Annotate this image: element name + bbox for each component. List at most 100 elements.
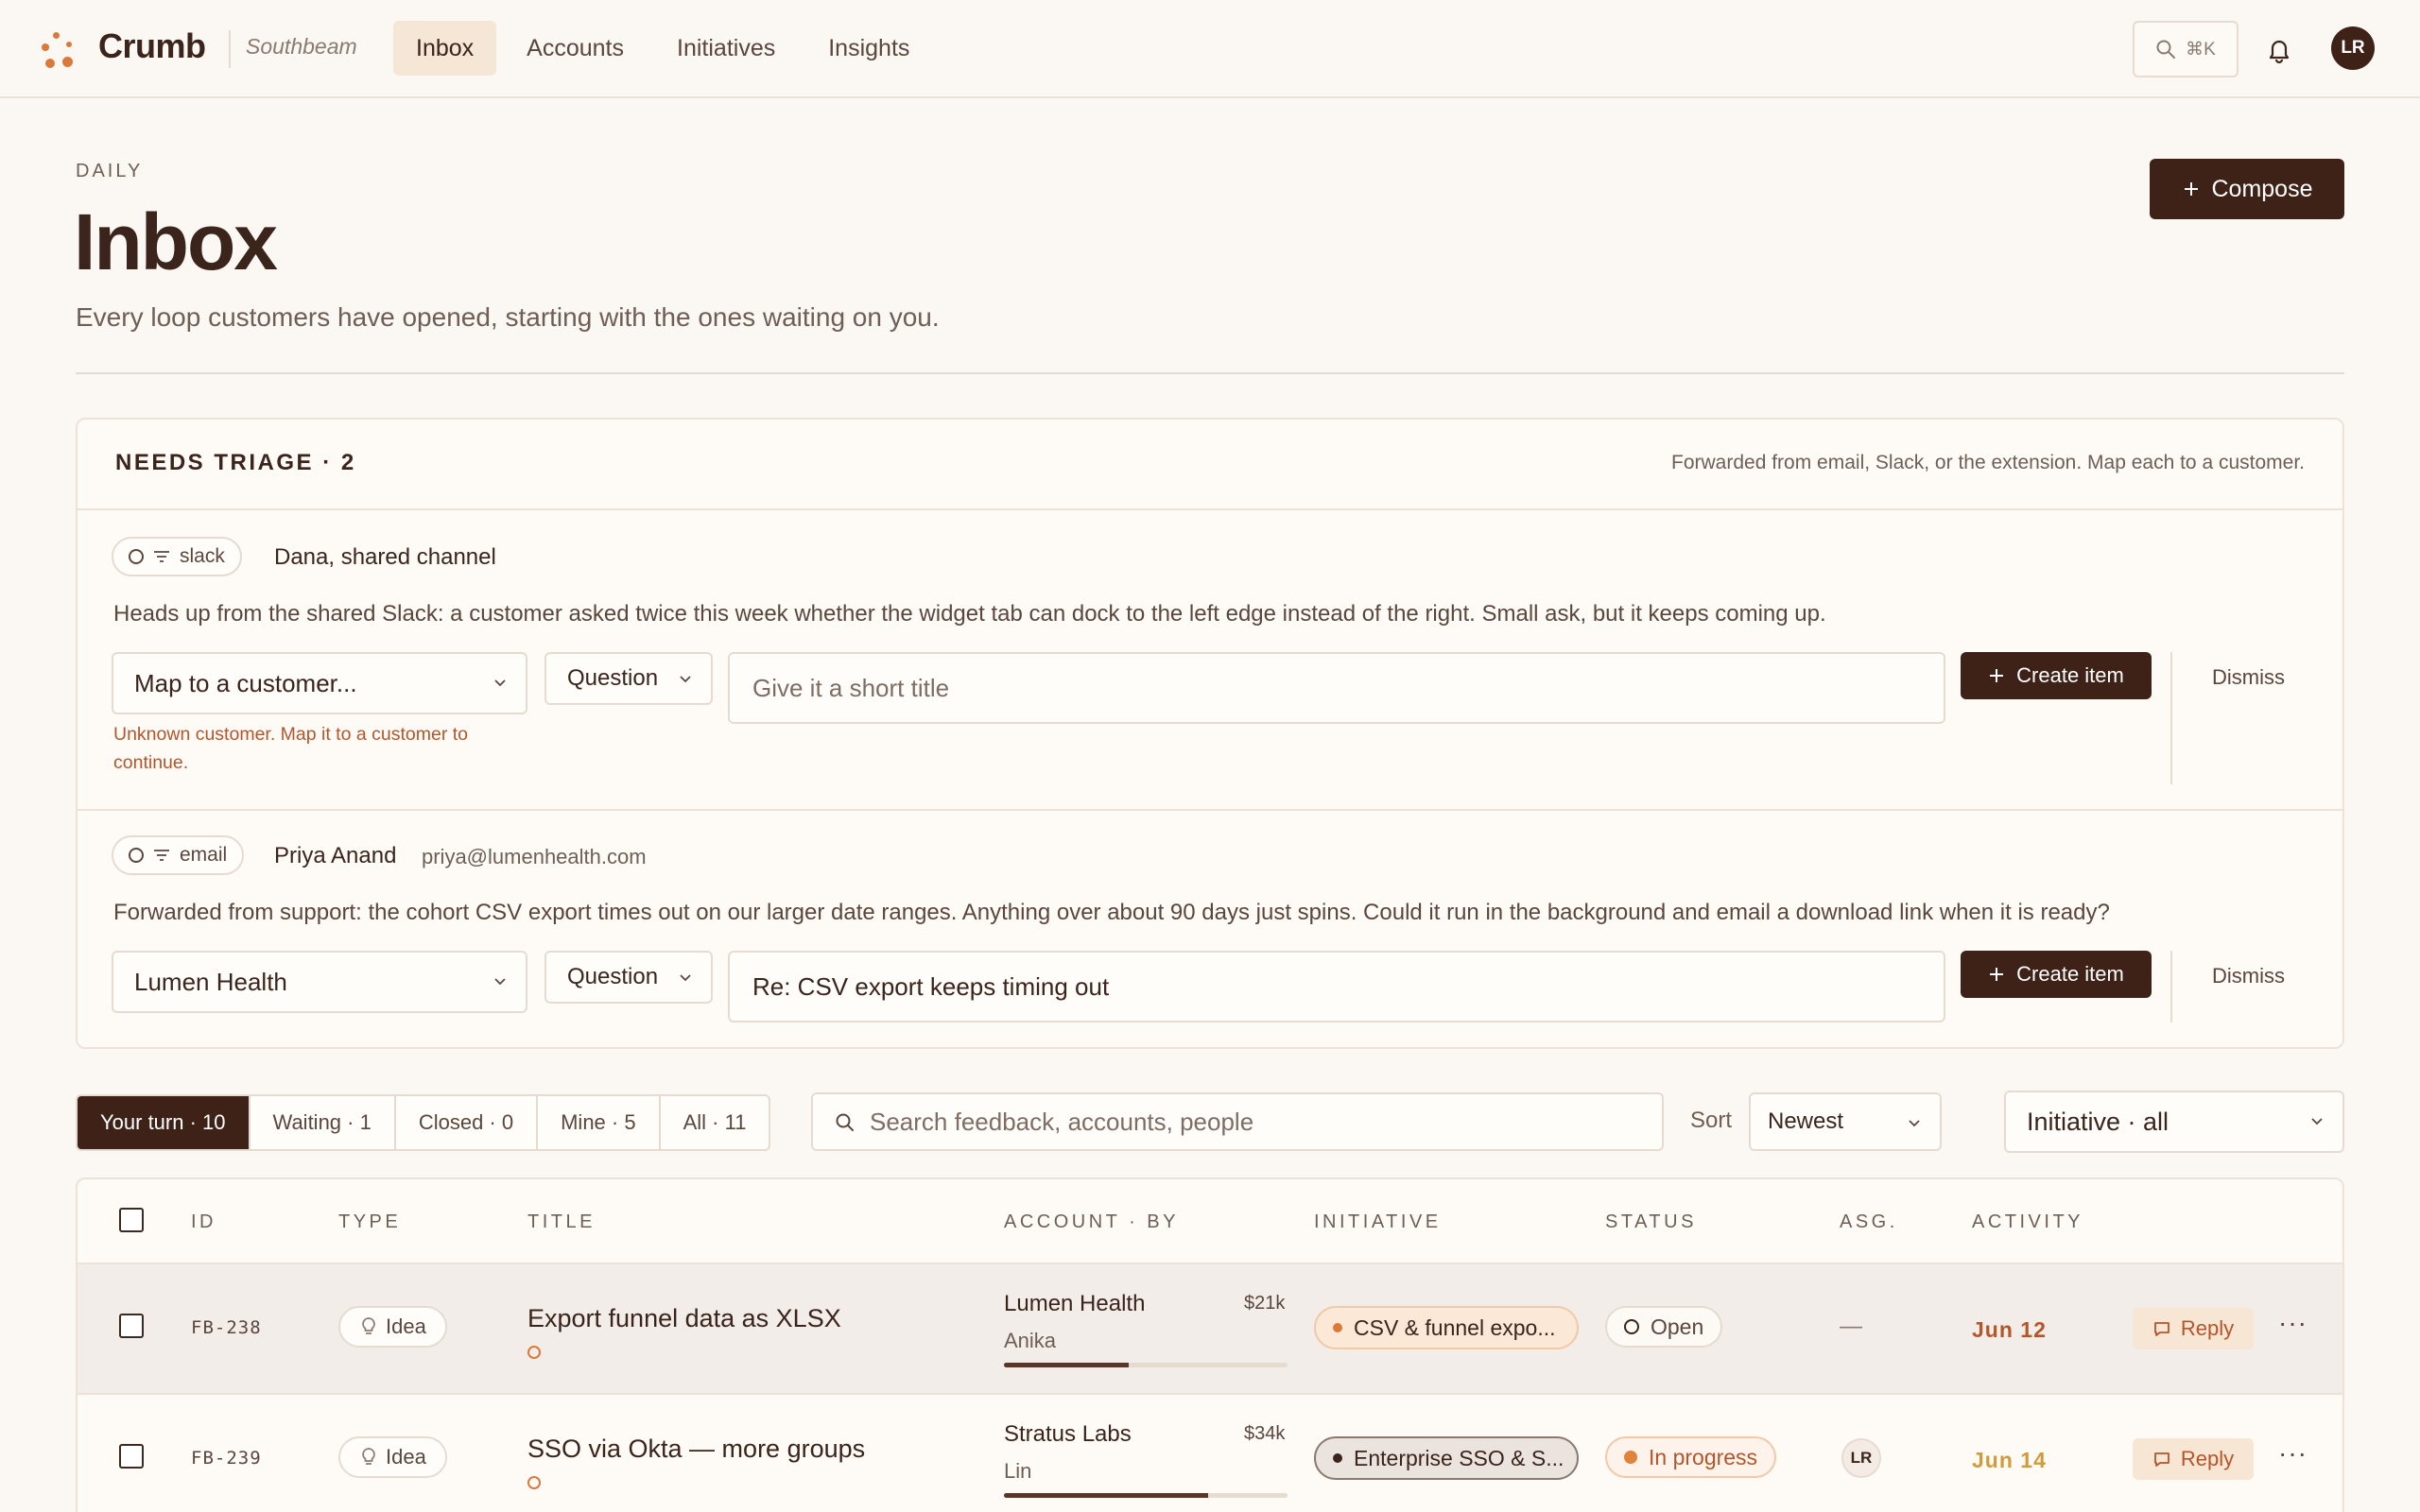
lightbulb-icon [362, 1317, 375, 1334]
initiative-pill[interactable]: Enterprise SSO & S... [1314, 1436, 1579, 1480]
account-name[interactable]: Stratus Labs [1004, 1421, 1132, 1448]
command-search-button[interactable]: ⌘K [2133, 21, 2238, 77]
nav-item-accounts[interactable]: Accounts [504, 21, 647, 76]
row-id: FB-238 [191, 1317, 262, 1338]
initiative-filter-value: Initiative · all [2027, 1107, 2169, 1136]
column-header-account[interactable]: ACCOUNT · BY [1004, 1211, 1179, 1233]
create-item-button[interactable]: Create item [1961, 951, 2152, 998]
activity-date: Jun 12 [1972, 1317, 2047, 1342]
tab-closed[interactable]: Closed · 0 [396, 1096, 539, 1149]
title-input[interactable]: Give it a short title [728, 652, 1945, 724]
assignee-empty[interactable]: — [1840, 1314, 1862, 1340]
account-name[interactable]: Lumen Health [1004, 1291, 1145, 1317]
dismiss-button[interactable]: Dismiss [2212, 964, 2285, 988]
select-all-checkbox[interactable] [119, 1208, 144, 1232]
chevron-down-icon [1909, 1120, 1920, 1127]
status-circle-icon [129, 549, 144, 564]
initiative-dot [1333, 1323, 1342, 1332]
reply-button[interactable]: Reply [2133, 1438, 2254, 1480]
compose-button[interactable]: Compose [2150, 159, 2344, 219]
search-icon [2156, 40, 2176, 59]
user-avatar[interactable]: LR [2331, 26, 2375, 70]
plus-icon [1990, 968, 2004, 981]
status-circle-icon [129, 848, 144, 863]
chevron-down-icon [680, 974, 691, 982]
dismiss-button[interactable]: Dismiss [2212, 665, 2285, 690]
type-select[interactable]: Question [544, 652, 713, 705]
tab-mine[interactable]: Mine · 5 [538, 1096, 661, 1149]
error-message: Unknown customer. Map it to a customer t… [113, 724, 468, 773]
sender-email: priya@lumenhealth.com [422, 845, 647, 868]
create-item-button[interactable]: Create item [1961, 652, 2152, 699]
action-divider [2170, 652, 2172, 784]
requester-name: Lin [1004, 1459, 1032, 1483]
tab-waiting[interactable]: Waiting · 1 [251, 1096, 396, 1149]
create-item-label: Create item [2016, 962, 2124, 986]
status-open-icon [1624, 1319, 1639, 1334]
triage-message: Forwarded from support: the cohort CSV e… [113, 900, 2110, 925]
column-header-id[interactable]: ID [191, 1211, 216, 1233]
initiative-filter-select[interactable]: Initiative · all [2004, 1091, 2344, 1153]
workspace-name[interactable]: Southbeam [246, 34, 357, 60]
more-actions-icon[interactable]: ··· [2278, 1438, 2308, 1469]
unread-ring-icon [527, 1476, 541, 1489]
customer-select-value: Map to a customer... [134, 668, 357, 697]
type-label: Idea [386, 1445, 426, 1469]
page-subtitle: Every loop customers have opened, starti… [76, 302, 940, 332]
column-header-type[interactable]: TYPE [338, 1211, 401, 1233]
action-divider [2170, 951, 2172, 1022]
triage-panel: NEEDS TRIAGE · 2 Forwarded from email, S… [76, 418, 2344, 1049]
table-row[interactable]: FB-239 Idea SSO via Okta — more groups S… [78, 1395, 2342, 1512]
sort-label: Sort [1690, 1108, 1733, 1133]
nav-item-inbox[interactable]: Inbox [393, 21, 497, 76]
title-input[interactable]: Re: CSV export keeps timing out [728, 951, 1945, 1022]
column-header-status[interactable]: STATUS [1605, 1211, 1697, 1233]
source-pill: slack [112, 537, 242, 576]
tab-your-turn[interactable]: Your turn · 10 [78, 1096, 251, 1149]
activity-date: Jun 14 [1972, 1448, 2047, 1472]
plus-icon [2184, 182, 2198, 196]
tab-all[interactable]: All · 11 [661, 1096, 769, 1149]
table-row[interactable]: FB-238 Idea Export funnel data as XLSX L… [78, 1264, 2342, 1395]
column-header-title[interactable]: TITLE [527, 1211, 596, 1233]
account-value-bar [1004, 1493, 1288, 1498]
column-header-initiative[interactable]: INITIATIVE [1314, 1211, 1442, 1233]
more-actions-icon[interactable]: ··· [2278, 1308, 2308, 1338]
sender-name: Priya Anand [274, 843, 397, 868]
reply-button[interactable]: Reply [2133, 1308, 2254, 1349]
page-eyebrow: DAILY [76, 161, 144, 181]
customer-select[interactable]: Map to a customer... [112, 652, 527, 714]
column-header-activity[interactable]: ACTIVITY [1972, 1211, 2083, 1233]
search-input[interactable]: Search feedback, accounts, people [811, 1092, 1664, 1151]
source-label: email [180, 844, 228, 866]
filter-icon [154, 850, 169, 861]
assignee-avatar[interactable]: LR [1841, 1438, 1881, 1478]
initiative-dot [1333, 1453, 1342, 1463]
nav-item-insights[interactable]: Insights [805, 21, 932, 76]
customer-select[interactable]: Lumen Health [112, 951, 527, 1013]
type-select[interactable]: Question [544, 951, 713, 1004]
status-pill[interactable]: Open [1605, 1306, 1723, 1348]
account-value: $21k [1244, 1293, 1286, 1314]
sort-select[interactable]: Newest [1749, 1092, 1942, 1151]
reply-label: Reply [2180, 1316, 2235, 1340]
type-label: Idea [386, 1314, 426, 1338]
chevron-down-icon [2311, 1118, 2323, 1125]
row-title[interactable]: Export funnel data as XLSX [527, 1304, 841, 1333]
status-pill[interactable]: In progress [1605, 1436, 1777, 1478]
main-nav: Inbox Accounts Initiatives Insights [393, 21, 932, 76]
row-title[interactable]: SSO via Okta — more groups [527, 1435, 865, 1464]
row-checkbox[interactable] [119, 1444, 144, 1469]
status-label: In progress [1649, 1444, 1758, 1469]
row-checkbox[interactable] [119, 1314, 144, 1338]
filter-icon [154, 551, 169, 562]
brand-name[interactable]: Crumb [98, 26, 206, 66]
status-in-progress-dot [1624, 1451, 1637, 1464]
nav-item-initiatives[interactable]: Initiatives [654, 21, 798, 76]
lightbulb-icon [362, 1448, 375, 1465]
bell-icon[interactable] [2263, 34, 2295, 66]
triage-title: NEEDS TRIAGE · 2 [115, 450, 356, 475]
initiative-pill[interactable]: CSV & funnel expo... [1314, 1306, 1579, 1349]
crumb-logo-icon[interactable] [40, 30, 81, 72]
column-header-assignee[interactable]: ASG. [1840, 1211, 1898, 1233]
